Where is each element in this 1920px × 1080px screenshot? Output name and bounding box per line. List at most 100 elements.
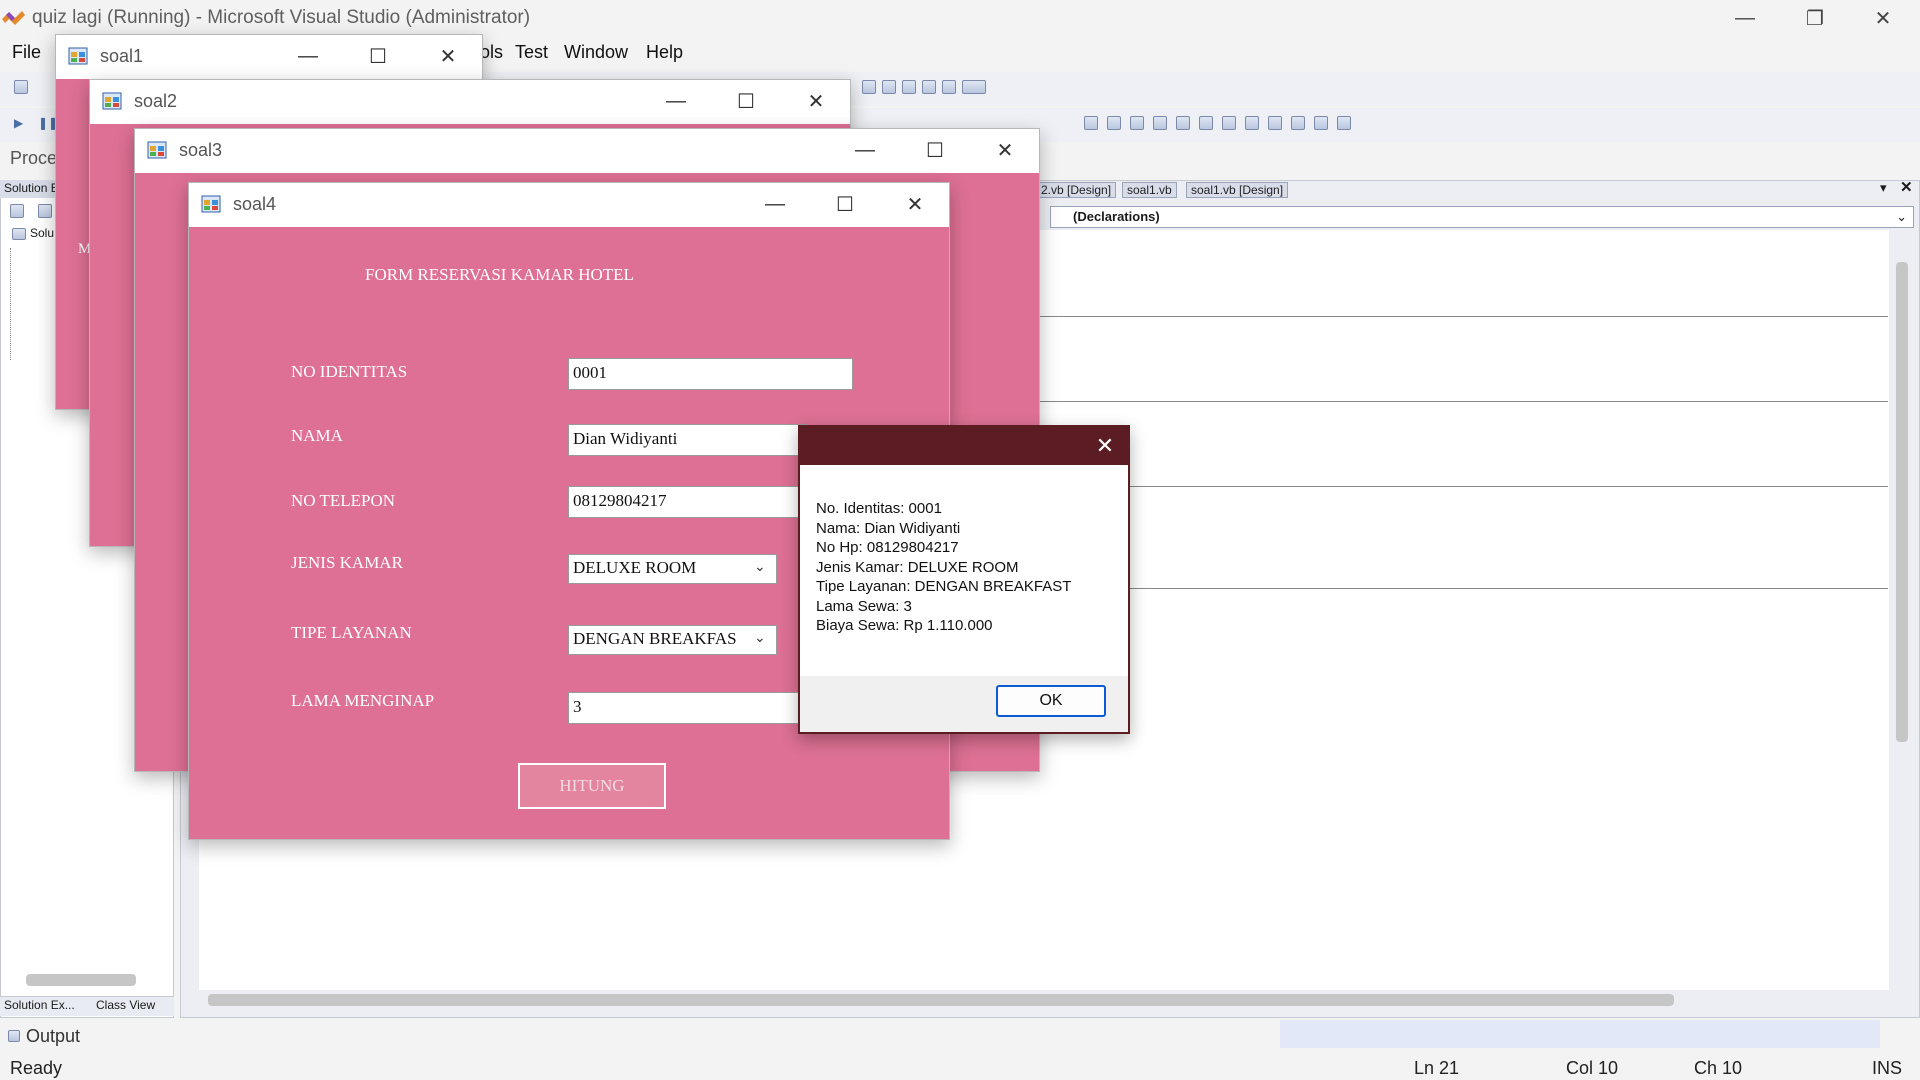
output-highlight bbox=[1280, 1020, 1880, 1048]
message-line: Jenis Kamar: DELUXE ROOM bbox=[816, 558, 1019, 576]
input-no-identitas[interactable]: 0001 bbox=[568, 358, 853, 390]
message-box-title-bar bbox=[800, 427, 1128, 465]
input-no-telepon[interactable]: 08129804217 bbox=[568, 486, 808, 518]
output-icon bbox=[8, 1030, 20, 1042]
maximize-icon[interactable]: ☐ bbox=[358, 41, 398, 71]
close-icon[interactable]: ✕ bbox=[1848, 0, 1918, 36]
chevron-down-icon: ⌄ bbox=[1896, 209, 1907, 224]
method-separator bbox=[1040, 316, 1888, 317]
tab-solution-explorer[interactable]: Solution Ex... bbox=[4, 998, 75, 1012]
new-project-icon[interactable] bbox=[14, 80, 28, 94]
align-icon[interactable] bbox=[1268, 116, 1282, 130]
align-icon[interactable] bbox=[1291, 116, 1305, 130]
toolbar-icon[interactable] bbox=[902, 80, 916, 94]
close-doc-icon[interactable]: ✕ bbox=[1900, 178, 1913, 196]
method-separator bbox=[1040, 401, 1888, 402]
close-icon[interactable]: ✕ bbox=[428, 41, 468, 71]
menu-tools[interactable]: ols bbox=[480, 42, 503, 63]
message-line: Biaya Sewa: Rp 1.110.000 bbox=[816, 617, 993, 634]
label-no-identitas: NO IDENTITAS bbox=[291, 362, 408, 381]
label-lama-menginap: LAMA MENGINAP bbox=[291, 691, 435, 710]
maximize-icon[interactable]: ☐ bbox=[915, 135, 955, 165]
close-icon[interactable]: ✕ bbox=[796, 86, 836, 116]
tree-line bbox=[10, 248, 11, 360]
message-line: No. Identitas: 0001 bbox=[816, 500, 942, 517]
status-bar bbox=[0, 1048, 1920, 1080]
minimize-icon[interactable]: — bbox=[755, 189, 795, 219]
chevron-down-icon: ⌄ bbox=[754, 560, 766, 575]
show-all-files-icon[interactable] bbox=[38, 204, 52, 218]
close-icon[interactable]: ✕ bbox=[895, 189, 935, 219]
properties-icon[interactable] bbox=[10, 204, 24, 218]
input-lama-menginap[interactable]: 3 bbox=[568, 692, 808, 724]
toolbar-icon[interactable] bbox=[862, 80, 876, 94]
doc-tab-soal1-design[interactable]: soal1.vb [Design] bbox=[1186, 182, 1289, 198]
select-tipe-layanan[interactable]: DENGAN BREAKFAS ⌄ bbox=[568, 625, 777, 655]
status-ready: Ready bbox=[10, 1058, 63, 1078]
output-tab[interactable]: Output bbox=[26, 1026, 80, 1047]
declarations-value: (Declarations) bbox=[1073, 209, 1160, 224]
solution-tree-root[interactable]: Solu bbox=[30, 226, 54, 240]
left-panel-scrollbar[interactable] bbox=[26, 974, 136, 986]
menu-help[interactable]: Help bbox=[646, 42, 683, 63]
chevron-down-icon: ⌄ bbox=[754, 630, 770, 646]
minimize-icon[interactable]: — bbox=[656, 86, 696, 116]
close-icon[interactable]: ✕ bbox=[985, 135, 1025, 165]
form-app-icon bbox=[201, 195, 221, 213]
message-line: No Hp: 08129804217 bbox=[816, 539, 959, 556]
maximize-icon[interactable]: ☐ bbox=[726, 86, 766, 116]
chevron-down-icon[interactable]: ▾ bbox=[1880, 180, 1887, 196]
minimize-icon[interactable]: — bbox=[845, 135, 885, 165]
align-icon[interactable] bbox=[1176, 116, 1190, 130]
select-jenis-kamar[interactable]: DELUXE ROOM ⌄ bbox=[568, 554, 777, 584]
form-app-icon bbox=[147, 141, 167, 159]
align-icon[interactable] bbox=[1314, 116, 1328, 130]
toolbar-icon[interactable] bbox=[962, 80, 986, 94]
message-line: Nama: Dian Widiyanti bbox=[816, 519, 961, 537]
menu-window[interactable]: Window bbox=[564, 42, 628, 63]
result-message-box: ✕ No. Identitas: 0001 Nama: Dian Widiyan… bbox=[798, 425, 1130, 734]
maximize-icon[interactable]: ☐ bbox=[825, 189, 865, 219]
minimize-icon[interactable]: — bbox=[1710, 0, 1780, 36]
close-icon[interactable]: ✕ bbox=[1090, 431, 1120, 461]
toolbar-icon[interactable] bbox=[922, 80, 936, 94]
align-icon[interactable] bbox=[1199, 116, 1213, 130]
align-icon[interactable] bbox=[1130, 116, 1144, 130]
message-text: No. Identitas: 0001 Nama: Dian Widiyanti… bbox=[816, 499, 1071, 636]
restore-icon[interactable]: ❐ bbox=[1780, 0, 1850, 36]
doc-tab-soal1-vb[interactable]: soal1.vb bbox=[1122, 182, 1177, 198]
title-bar bbox=[135, 129, 1039, 171]
pause-icon[interactable]: ❚❚ bbox=[38, 116, 58, 130]
method-separator bbox=[1040, 486, 1888, 487]
window-title: soal1 bbox=[100, 46, 144, 66]
align-icon[interactable] bbox=[1337, 116, 1351, 130]
align-icon[interactable] bbox=[1084, 116, 1098, 130]
align-icon[interactable] bbox=[1245, 116, 1259, 130]
ok-button[interactable]: OK bbox=[996, 685, 1106, 717]
menu-file[interactable]: File bbox=[12, 42, 41, 63]
vertical-scrollbar[interactable] bbox=[1896, 262, 1908, 742]
tab-class-view[interactable]: Class View bbox=[96, 998, 155, 1012]
menu-test[interactable]: Test bbox=[515, 42, 548, 63]
output-tab-strip bbox=[0, 1020, 1280, 1048]
window-title: soal2 bbox=[134, 91, 178, 111]
play-icon[interactable]: ▶ bbox=[14, 116, 28, 130]
message-line: Lama Sewa: 3 bbox=[816, 597, 912, 615]
form-app-icon bbox=[102, 92, 122, 110]
align-icon[interactable] bbox=[1107, 116, 1121, 130]
align-icon[interactable] bbox=[1153, 116, 1167, 130]
horizontal-scrollbar[interactable] bbox=[208, 994, 1674, 1006]
hitung-button[interactable]: HITUNG bbox=[518, 763, 666, 809]
declarations-dropdown[interactable]: (Declarations) ⌄ bbox=[1050, 206, 1914, 228]
message-line: Tipe Layanan: DENGAN BREAKFAST bbox=[816, 578, 1072, 595]
minimize-icon[interactable]: — bbox=[288, 41, 328, 71]
align-icon[interactable] bbox=[1222, 116, 1236, 130]
input-nama[interactable]: Dian Widiyanti bbox=[568, 424, 808, 456]
doc-tab-soal2-design[interactable]: 2.vb [Design] bbox=[1036, 182, 1117, 198]
label-jenis-kamar: JENIS KAMAR bbox=[291, 553, 403, 572]
toolbar-icon[interactable] bbox=[942, 80, 956, 94]
solution-icon bbox=[12, 228, 26, 240]
method-separator bbox=[1040, 588, 1888, 589]
toolbar-icon[interactable] bbox=[882, 80, 896, 94]
procedures-label: Proce bbox=[10, 148, 58, 168]
